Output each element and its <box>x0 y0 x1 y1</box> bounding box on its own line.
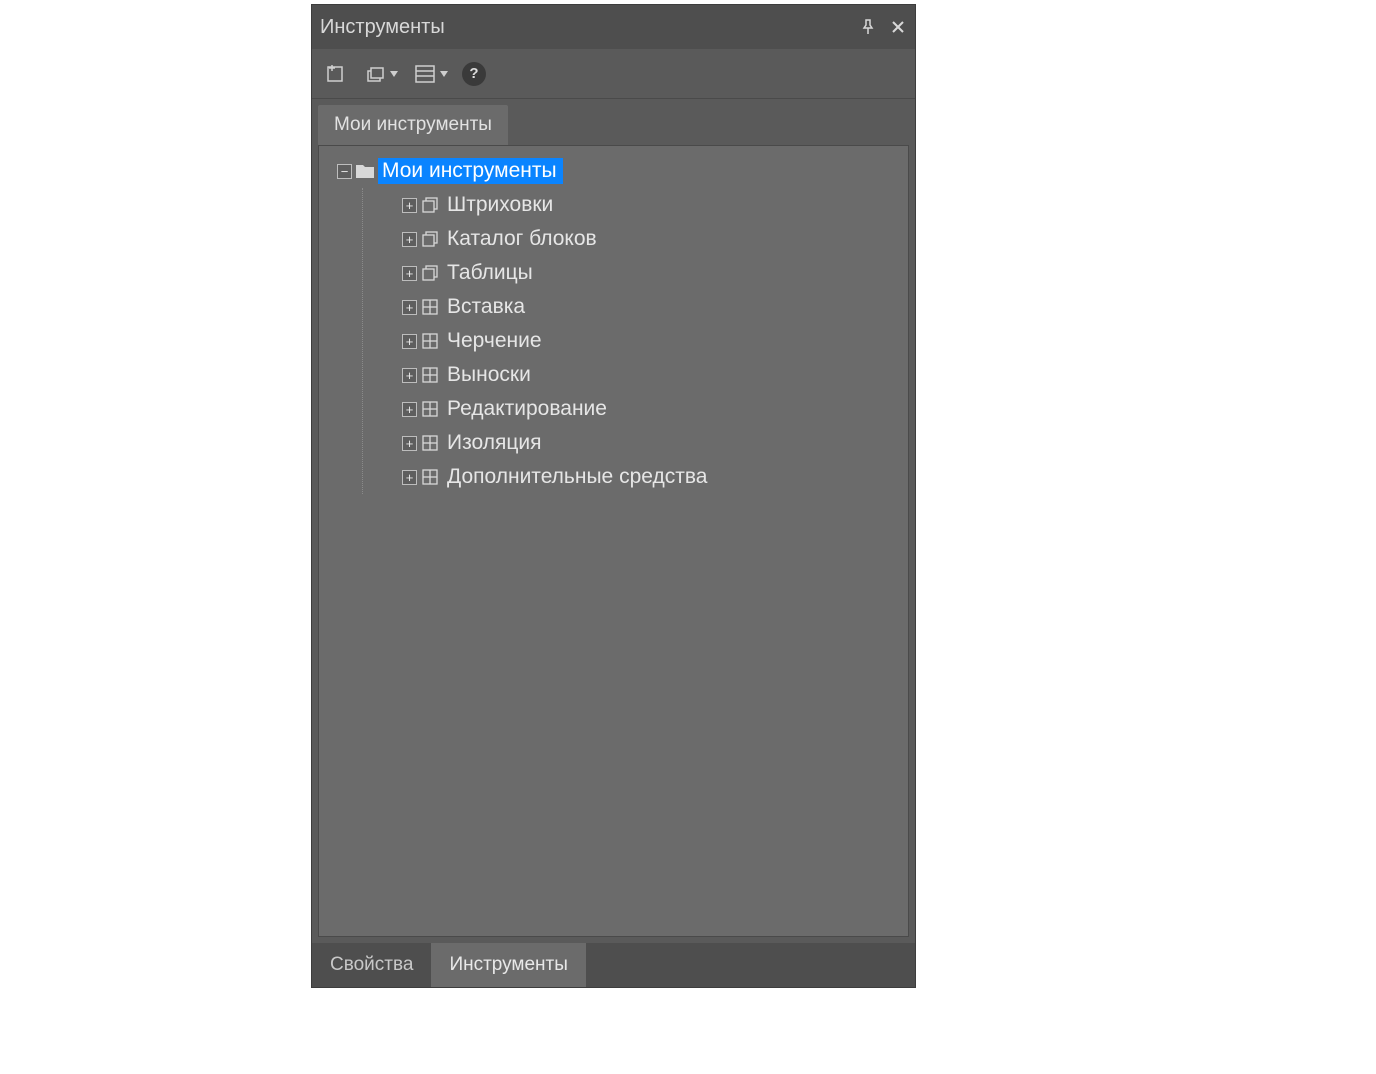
tree-node-label[interactable]: Каталог блоков <box>443 226 603 252</box>
tree-node[interactable]: + Редактирование <box>398 392 908 426</box>
bottom-tab-bar: Свойства Инструменты <box>312 943 915 987</box>
tree-node[interactable]: + Черчение <box>398 324 908 358</box>
stack-icon <box>420 264 440 282</box>
tree-node[interactable]: + Каталог блоков <box>398 222 908 256</box>
pin-icon[interactable] <box>859 18 877 36</box>
expand-icon[interactable]: + <box>402 232 417 247</box>
tree-node-label[interactable]: Выноски <box>443 362 537 388</box>
grid-icon <box>420 400 440 418</box>
bottom-tab-tools[interactable]: Инструменты <box>431 943 585 987</box>
tree-view[interactable]: − Мои инструменты + Штриховки + Каталог бло… <box>318 145 909 937</box>
tree-node-label[interactable]: Черчение <box>443 328 548 354</box>
stack-icon <box>420 230 440 248</box>
bottom-tab-properties[interactable]: Свойства <box>312 943 431 987</box>
tree-root-label[interactable]: Мои инструменты <box>378 158 563 184</box>
expand-icon[interactable]: + <box>402 266 417 281</box>
tree-node-label[interactable]: Таблицы <box>443 260 539 286</box>
tree-node[interactable]: + Вставка <box>398 290 908 324</box>
new-palette-button[interactable] <box>322 61 348 87</box>
tree-node-label[interactable]: Редактирование <box>443 396 613 422</box>
tree-node[interactable]: + Дополнительные средства <box>398 460 908 494</box>
grid-icon <box>420 332 440 350</box>
expand-icon[interactable]: + <box>402 436 417 451</box>
list-mode-dropdown[interactable] <box>412 61 448 87</box>
tree-node[interactable]: + Выноски <box>398 358 908 392</box>
expand-icon[interactable]: + <box>402 300 417 315</box>
help-button[interactable]: ? <box>462 62 486 86</box>
tree-node[interactable]: + Таблицы <box>398 256 908 290</box>
stack-icon <box>420 196 440 214</box>
grid-icon <box>420 366 440 384</box>
tree-node-label[interactable]: Дополнительные средства <box>443 464 713 490</box>
tree-root-node[interactable]: − Мои инструменты <box>337 154 908 188</box>
expand-icon[interactable]: + <box>402 470 417 485</box>
chevron-down-icon <box>440 71 448 77</box>
grid-icon <box>420 298 440 316</box>
close-icon[interactable] <box>889 18 907 36</box>
tree-node-label[interactable]: Вставка <box>443 294 531 320</box>
top-tab-row: Мои инструменты <box>312 99 915 145</box>
grid-icon <box>420 434 440 452</box>
panel-title: Инструменты <box>320 16 859 39</box>
grid-icon <box>420 468 440 486</box>
view-mode-dropdown[interactable] <box>362 61 398 87</box>
tree-node-label[interactable]: Штриховки <box>443 192 559 218</box>
panel-titlebar: Инструменты <box>312 5 915 49</box>
collapse-icon[interactable]: − <box>337 164 352 179</box>
chevron-down-icon <box>390 71 398 77</box>
tree-node-label[interactable]: Изоляция <box>443 430 547 456</box>
tab-my-tools[interactable]: Мои инструменты <box>318 105 508 145</box>
expand-icon[interactable]: + <box>402 368 417 383</box>
tools-panel: Инструменты <box>311 4 916 988</box>
expand-icon[interactable]: + <box>402 334 417 349</box>
toolbar: ? <box>312 49 915 99</box>
folder-icon <box>355 162 375 180</box>
tree-node[interactable]: + Изоляция <box>398 426 908 460</box>
expand-icon[interactable]: + <box>402 402 417 417</box>
expand-icon[interactable]: + <box>402 198 417 213</box>
tree-node[interactable]: + Штриховки <box>398 188 908 222</box>
